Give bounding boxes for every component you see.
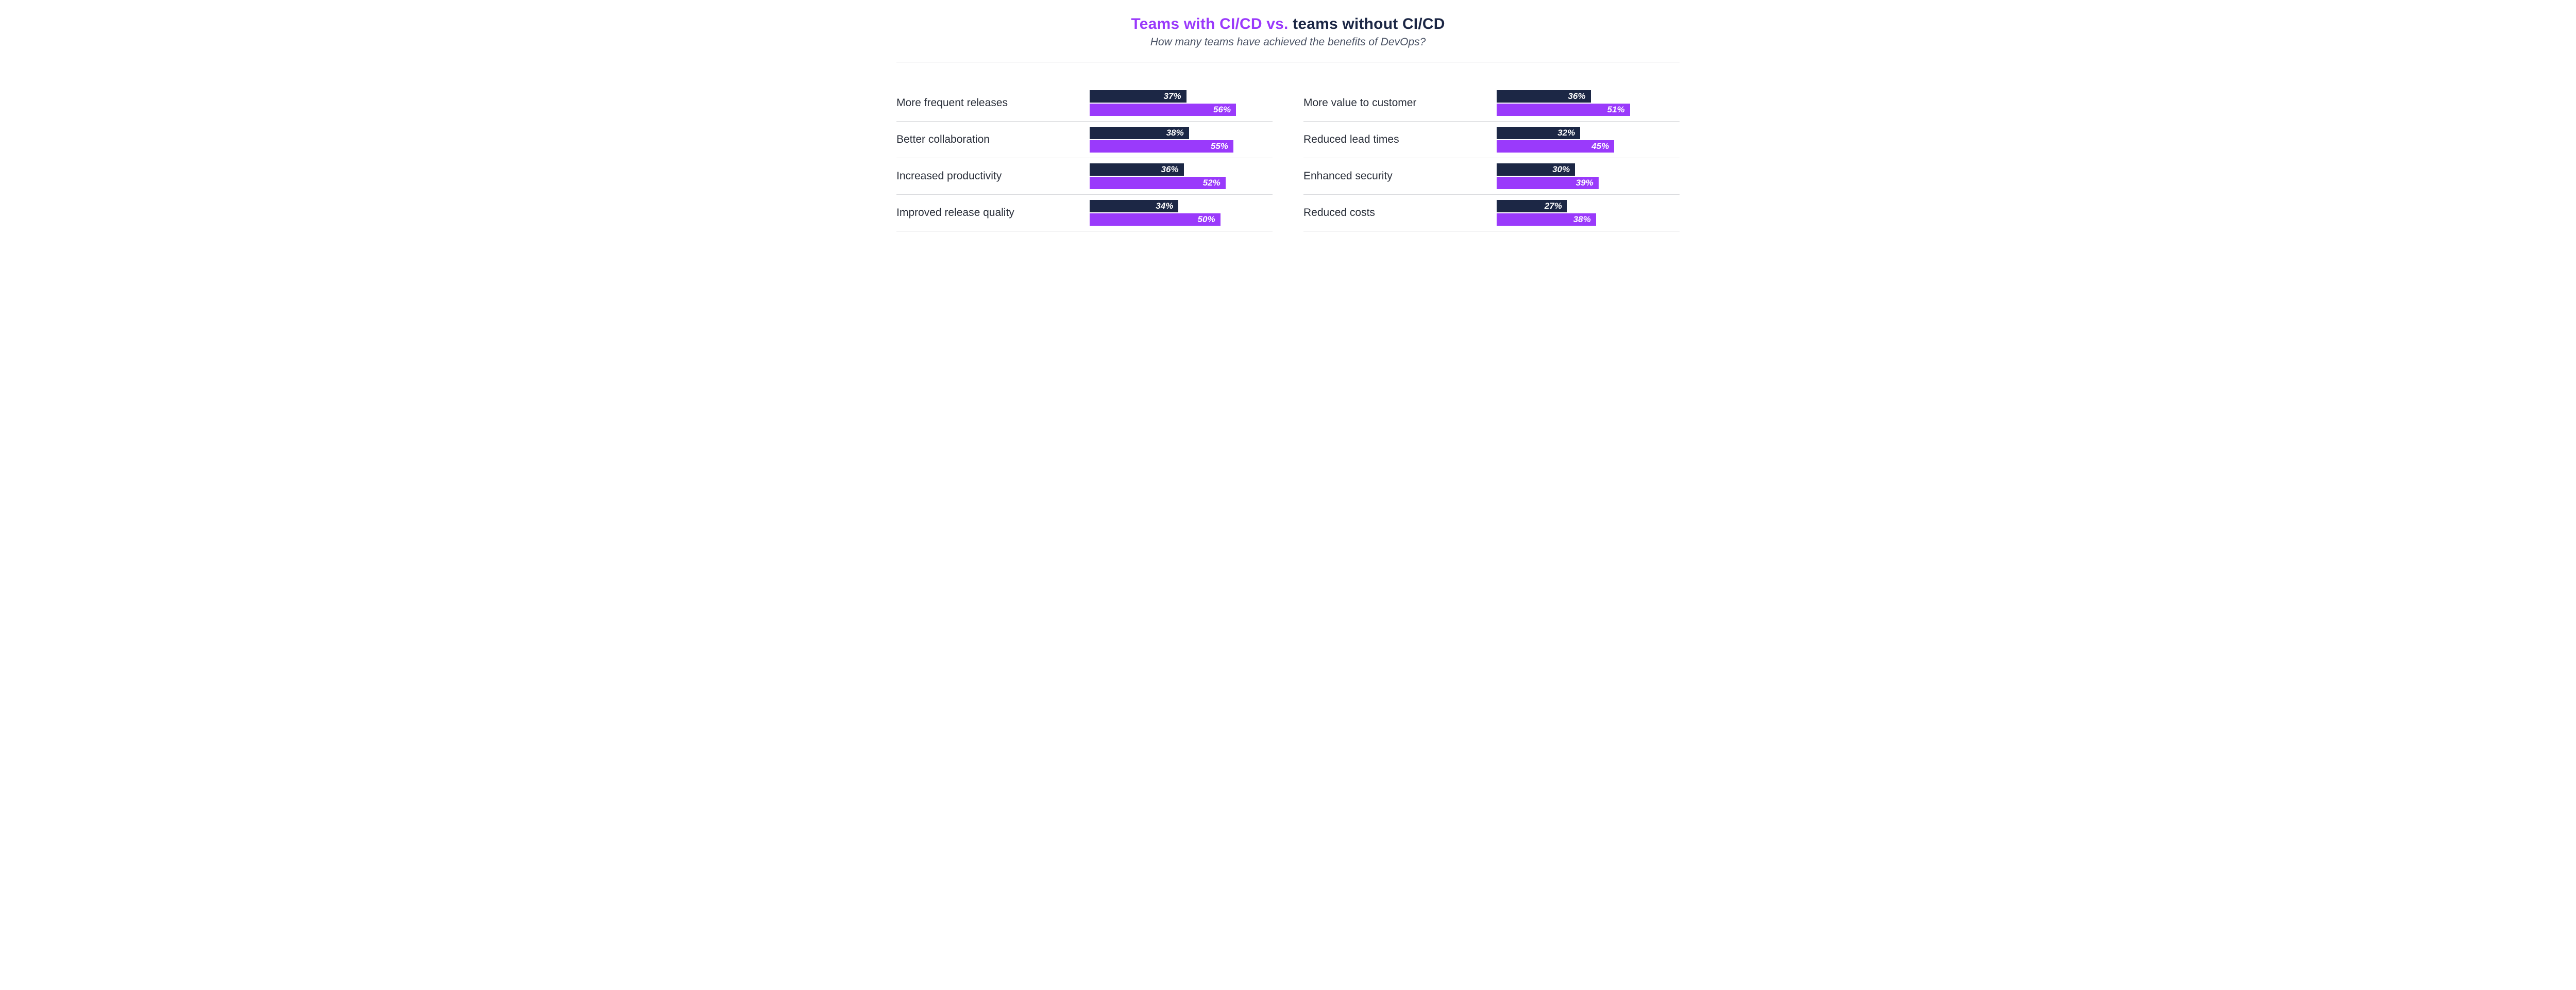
- bar-without-cicd: 36%: [1090, 163, 1184, 176]
- bar-with-cicd: 38%: [1497, 213, 1596, 226]
- bar-value: 56%: [1213, 105, 1231, 115]
- chart-column: More frequent releases 37% 56% Better colla…: [896, 85, 1273, 231]
- chart-row: Reduced costs 27% 38%: [1303, 195, 1680, 231]
- chart-column: More value to customer 36% 51% Reduced lead…: [1303, 85, 1680, 231]
- chart-subtitle: How many teams have achieved the benefit…: [896, 36, 1680, 48]
- bar-value: 51%: [1607, 105, 1625, 115]
- bar-without-cicd: 27%: [1497, 200, 1567, 212]
- bar-group: 38% 55%: [1090, 127, 1273, 153]
- category-label: Improved release quality: [896, 206, 1090, 219]
- bar-without-cicd: 37%: [1090, 90, 1187, 103]
- bar-group: 36% 51%: [1497, 90, 1680, 116]
- bar-with-cicd: 50%: [1090, 213, 1221, 226]
- bar-value: 45%: [1591, 141, 1609, 152]
- bar-without-cicd: 32%: [1497, 127, 1580, 139]
- bar-value: 39%: [1576, 178, 1594, 188]
- bar-without-cicd: 34%: [1090, 200, 1178, 212]
- bar-with-cicd: 45%: [1497, 140, 1614, 153]
- chart-row: Improved release quality 34% 50%: [896, 195, 1273, 231]
- bar-value: 38%: [1166, 128, 1184, 138]
- chart-row: More value to customer 36% 51%: [1303, 85, 1680, 122]
- bar-group: 27% 38%: [1497, 200, 1680, 226]
- bar-with-cicd: 55%: [1090, 140, 1233, 153]
- category-label: Better collaboration: [896, 133, 1090, 146]
- category-label: Enhanced security: [1303, 170, 1497, 182]
- chart-row: Reduced lead times 32% 45%: [1303, 122, 1680, 158]
- bar-with-cicd: 52%: [1090, 177, 1226, 189]
- chart-title-dark: teams without CI/CD: [1293, 15, 1445, 32]
- bar-value: 32%: [1557, 128, 1575, 138]
- bar-group: 36% 52%: [1090, 163, 1273, 189]
- bar-with-cicd: 56%: [1090, 104, 1236, 116]
- bar-without-cicd: 38%: [1090, 127, 1189, 139]
- chart-container: Teams with CI/CD vs. teams without CI/CD…: [896, 0, 1680, 252]
- bar-value: 50%: [1198, 214, 1215, 225]
- chart-columns: More frequent releases 37% 56% Better colla…: [896, 85, 1680, 231]
- bar-value: 30%: [1552, 164, 1570, 175]
- bar-group: 30% 39%: [1497, 163, 1680, 189]
- bar-group: 32% 45%: [1497, 127, 1680, 153]
- chart-row: Increased productivity 36% 52%: [896, 158, 1273, 195]
- bar-group: 37% 56%: [1090, 90, 1273, 116]
- category-label: Increased productivity: [896, 170, 1090, 182]
- bar-value: 36%: [1161, 164, 1179, 175]
- bar-group: 34% 50%: [1090, 200, 1273, 226]
- chart-title-accent: Teams with CI/CD vs.: [1131, 15, 1293, 32]
- chart-row: Better collaboration 38% 55%: [896, 122, 1273, 158]
- bar-value: 38%: [1573, 214, 1591, 225]
- chart-title: Teams with CI/CD vs. teams without CI/CD: [1131, 15, 1445, 32]
- category-label: More value to customer: [1303, 96, 1497, 109]
- bar-value: 34%: [1156, 201, 1173, 211]
- chart-row: Enhanced security 30% 39%: [1303, 158, 1680, 195]
- bar-without-cicd: 30%: [1497, 163, 1575, 176]
- category-label: Reduced costs: [1303, 206, 1497, 219]
- category-label: Reduced lead times: [1303, 133, 1497, 146]
- bar-value: 37%: [1164, 91, 1181, 102]
- bar-with-cicd: 39%: [1497, 177, 1599, 189]
- bar-value: 27%: [1545, 201, 1562, 211]
- bar-value: 36%: [1568, 91, 1586, 102]
- category-label: More frequent releases: [896, 96, 1090, 109]
- bar-with-cicd: 51%: [1497, 104, 1630, 116]
- chart-row: More frequent releases 37% 56%: [896, 85, 1273, 122]
- bar-value: 52%: [1203, 178, 1221, 188]
- bar-without-cicd: 36%: [1497, 90, 1591, 103]
- chart-title-wrap: Teams with CI/CD vs. teams without CI/CD: [896, 15, 1680, 33]
- bar-value: 55%: [1211, 141, 1228, 152]
